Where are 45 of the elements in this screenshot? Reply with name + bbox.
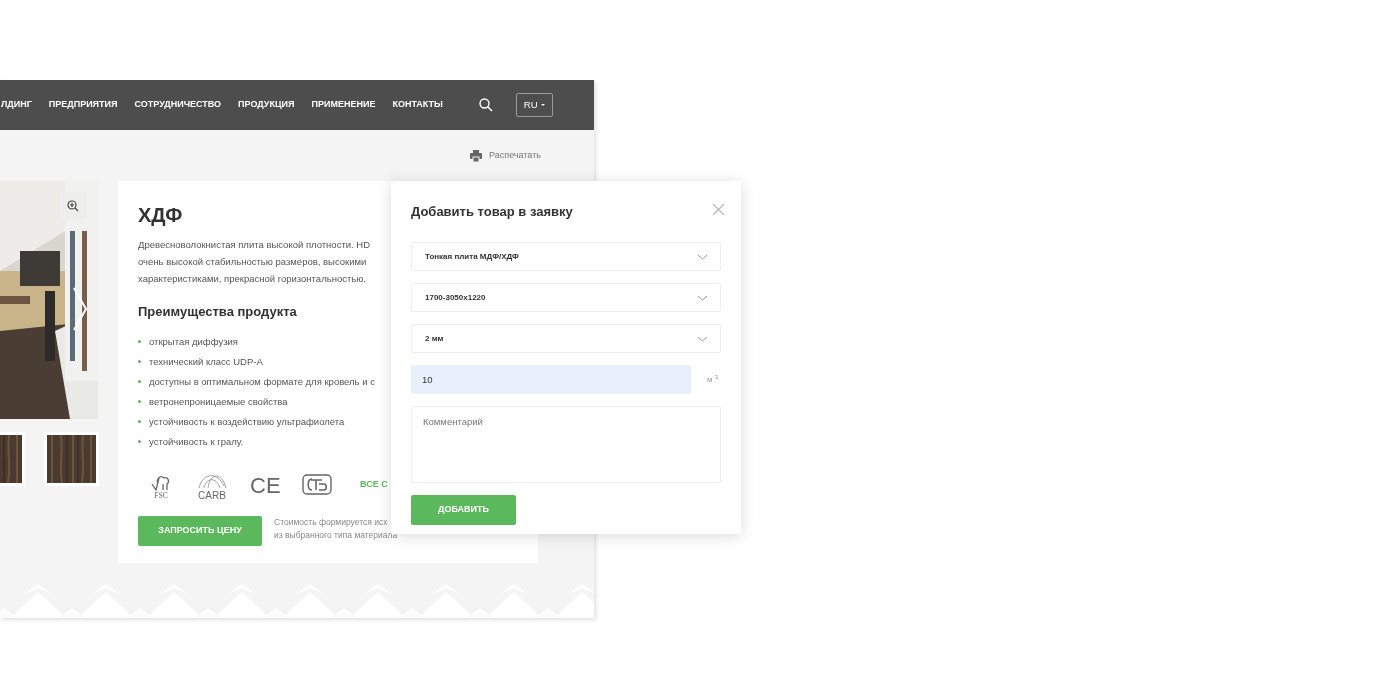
nav-link[interactable]: СОТРУДНИЧЕСТВО xyxy=(134,98,222,112)
comment-field[interactable]: Комментарий xyxy=(411,406,721,483)
price-note-line: из выбранного типа материала xyxy=(274,528,398,542)
select-field[interactable]: 2 мм xyxy=(411,324,721,353)
search-icon[interactable] xyxy=(478,98,493,112)
product-title: ХДФ xyxy=(138,203,183,227)
print-link[interactable]: Распечатать xyxy=(489,148,541,163)
zoom-in-icon xyxy=(67,199,79,212)
nav-link[interactable]: ЛДИНГ xyxy=(1,98,32,112)
bullet-icon xyxy=(138,400,141,404)
section-heading: Преимущества продукта xyxy=(138,304,297,320)
list-item-text: доступны в оптимальном формате для кровель и с xyxy=(149,374,375,389)
nav-link[interactable]: КОНТАКТЫ xyxy=(392,98,443,112)
nav-link[interactable]: ПРИМЕНЕНИЕ xyxy=(311,98,376,112)
caret-icon xyxy=(540,104,545,106)
list-item-text: ветронепроницаемые свойства xyxy=(149,394,288,409)
price-note-line: Стоимость формируется исх xyxy=(274,515,388,529)
description-line: характеристиками, прекрасной горизонтальностью. xyxy=(138,272,366,286)
list-item-text: устойчивость к воздействию ультрафиолета xyxy=(149,414,345,429)
quantity-field[interactable]: 10 xyxy=(411,365,691,394)
bullet-icon xyxy=(138,440,141,444)
select-field[interactable]: Тонкая плита МДФ/ХДФ xyxy=(411,242,721,271)
close-icon xyxy=(712,203,725,217)
bullet-icon xyxy=(138,340,141,344)
printer-icon[interactable] xyxy=(470,149,483,162)
nav-link[interactable]: ПРОДУКЦИЯ xyxy=(238,98,295,112)
list-item-text: открытая диффузия xyxy=(149,334,238,349)
chevron-down-icon xyxy=(697,294,708,301)
chevron-down-icon xyxy=(697,335,708,342)
bullet-icon xyxy=(138,420,141,424)
ce-mark: CE xyxy=(250,472,280,497)
chevron-down-icon xyxy=(697,253,708,260)
nav-link[interactable]: ПРЕДПРИЯТИЯ xyxy=(48,98,118,112)
carb-logo: CARB xyxy=(196,469,228,500)
description-line: Древесноволокнистая плита высокой плотности. HD xyxy=(138,238,371,252)
select-field[interactable]: 1700-3050x1220 xyxy=(411,283,721,312)
description-line: очень высокой стабильностью размеров, высокими xyxy=(138,255,367,269)
bullet-icon xyxy=(138,360,141,364)
list-item-text: устойчивость к гралу. xyxy=(149,434,244,449)
unit-label: м $^{3}$ xyxy=(707,373,719,386)
list-item-text: технический класс UDP-A xyxy=(149,354,263,369)
certification-mark-icon xyxy=(302,474,332,496)
language-dropdown[interactable]: RU xyxy=(515,92,553,118)
bullet-icon xyxy=(138,380,141,384)
modal-title: Добавить товар в заявку xyxy=(411,204,573,220)
